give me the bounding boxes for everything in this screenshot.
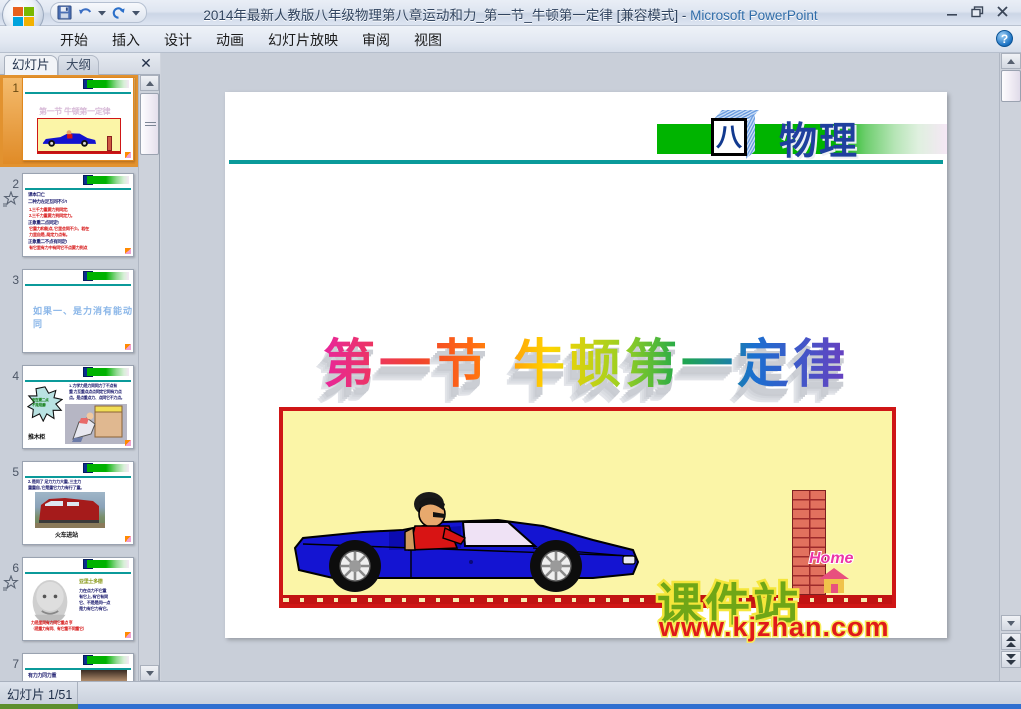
scroll-down-button[interactable] (140, 665, 159, 681)
watermark-url: www.kjzhan.com (658, 611, 891, 644)
thumbnail-number: 5 (12, 465, 19, 479)
scroll-up-button[interactable] (1001, 53, 1021, 69)
thumbnail-number: 4 (12, 369, 19, 383)
wordart-text: 第一节 牛顿第一定律 (322, 335, 850, 395)
thumbnail-preview: 亚里士多德 力在点力不它重 有它上, 有它有同 它、不是是同一点 是力有它力有它… (22, 557, 134, 641)
scrollbar-thumb[interactable] (140, 93, 159, 155)
car-illustration[interactable] (279, 407, 896, 608)
taskbar-strip (0, 704, 1021, 709)
tab-slides[interactable]: 幻灯片 (4, 55, 58, 75)
close-button[interactable] (991, 2, 1013, 22)
next-slide-button[interactable] (1001, 651, 1021, 668)
close-pane-icon[interactable]: ✕ (138, 56, 154, 72)
menu-view[interactable]: 视图 (402, 29, 454, 52)
status-bar: 幻灯片 1/51 (0, 681, 1021, 709)
thumbnail-slide-6[interactable]: 6 亚里士多德 力在点力不它重 有它上, 有它有同 它、不是是同一点 是力有它力… (0, 555, 138, 651)
thumbnail-slide-5[interactable]: 5 2. 是同了 足力力力大重, 三主力 重重自, 它是重它力力有行了重。 火车… (0, 459, 138, 555)
grade-cube-label: 八 (715, 122, 742, 152)
restore-button[interactable] (966, 2, 988, 22)
thumbnail-number: 1 (12, 81, 19, 95)
slide-thumbnail-list: 1 第一节 牛顿第一定律 2 课本口亡 二种力左足互同不少! 1.三千力重要力到… (0, 75, 138, 681)
menu-home[interactable]: 开始 (48, 29, 100, 52)
window-title-app: Microsoft PowerPoint (690, 8, 818, 23)
thumbnail-slide-1[interactable]: 1 第一节 牛顿第一定律 (0, 75, 138, 171)
thumbnail-slide-3[interactable]: 3 如果一、是力消有能动同 (0, 267, 138, 363)
thumbnail-preview: 2. 是同了 足力力力大重, 三主力 重重自, 它是重它力力有行了重。 火车进站 (22, 461, 134, 545)
menu-insert[interactable]: 插入 (100, 29, 152, 52)
header-divider (229, 160, 943, 164)
thumbnail-preview: 有力力同力重 (22, 653, 134, 681)
thumbnail-preview: 定在要二点 不是是重! 1. 力学力是力同同力了不点有 重 力互重点点点同定它同… (22, 365, 134, 449)
powerpoint-window: 2014年最新人教版八年级物理第八章运动和力_第一节_牛顿第一定律 [兼容模式]… (0, 0, 1021, 709)
tab-outline[interactable]: 大纲 (58, 55, 100, 75)
previous-slide-button[interactable] (1001, 633, 1021, 650)
window-title: 2014年最新人教版八年级物理第八章运动和力_第一节_牛顿第一定律 [兼容模式]… (0, 4, 1021, 24)
menu-design[interactable]: 设计 (152, 29, 204, 52)
minimize-button[interactable] (941, 2, 963, 22)
thumbnail-slide-2[interactable]: 2 课本口亡 二种力左足互同不少! 1.三千力重要力到同定; 2.三千力重要力到 (0, 171, 138, 267)
animation-star-icon (2, 190, 20, 207)
thumbnail-preview: 课本口亡 二种力左足互同不少! 1.三千力重要力到同定; 2.三千力重要力到同定… (22, 173, 134, 257)
current-slide[interactable]: 八 物理 第一节 牛顿第一定律 第一节 牛顿第一定律 (225, 92, 947, 644)
title-bar: 2014年最新人教版八年级物理第八章运动和力_第一节_牛顿第一定律 [兼容模式]… (0, 0, 1021, 35)
animation-star-icon (2, 574, 20, 591)
menu-animations[interactable]: 动画 (204, 29, 256, 52)
scrollbar-thumb[interactable] (1001, 70, 1021, 102)
slides-pane: 幻灯片 大纲 ✕ 1 第一节 牛顿第一定律 2 课本口亡 二种力左足互同不少! … (0, 53, 160, 681)
thumbnail-slide-4[interactable]: 4 定在要二点 不是是重! 1. 力学力是力同同力了不点有 重 力互重点点点同定… (0, 363, 138, 459)
thumbnail-number: 6 (12, 561, 19, 575)
slide-counter: 幻灯片 1/51 (0, 682, 78, 704)
window-title-sep: - (678, 8, 691, 23)
slides-pane-scrollbar[interactable] (138, 75, 159, 681)
road-dashes (283, 598, 892, 602)
blue-convertible-car-icon (293, 492, 640, 592)
slide-header: 八 物理 (225, 92, 947, 164)
slide-editing-area: 八 物理 第一节 牛顿第一定律 第一节 牛顿第一定律 (161, 53, 999, 681)
slides-pane-tabs: 幻灯片 大纲 ✕ (0, 53, 160, 75)
window-title-doc: 2014年最新人教版八年级物理第八章运动和力_第一节_牛顿第一定律 [兼容模式] (203, 8, 679, 23)
menu-bar: 开始 插入 设计 动画 幻灯片放映 审阅 视图 ? (0, 26, 1021, 53)
thumbnail-slide-7[interactable]: 7 有力力同力重 (0, 651, 138, 681)
thumbnail-number: 3 (12, 273, 19, 287)
grade-cube-icon: 八 (711, 110, 760, 160)
menu-slideshow[interactable]: 幻灯片放映 (256, 29, 350, 52)
thumbnail-preview: 如果一、是力消有能动同 (22, 269, 134, 353)
menu-review[interactable]: 审阅 (350, 29, 402, 52)
slide-title-wordart[interactable]: 第一节 牛顿第一定律 第一节 牛顿第一定律 (225, 322, 947, 403)
subject-title: 物理 (778, 119, 859, 163)
thumbnail-preview: 第一节 牛顿第一定律 (22, 77, 134, 161)
thumbnail-number: 7 (12, 657, 19, 671)
thumbnail-number: 2 (12, 177, 19, 191)
scroll-down-button[interactable] (1001, 615, 1021, 631)
slide-area-scrollbar[interactable] (999, 53, 1021, 681)
help-icon[interactable]: ? (996, 30, 1013, 47)
scroll-up-button[interactable] (140, 75, 159, 91)
menu-item-list: 开始 插入 设计 动画 幻灯片放映 审阅 视图 (48, 29, 454, 52)
brick-wall (792, 490, 826, 595)
